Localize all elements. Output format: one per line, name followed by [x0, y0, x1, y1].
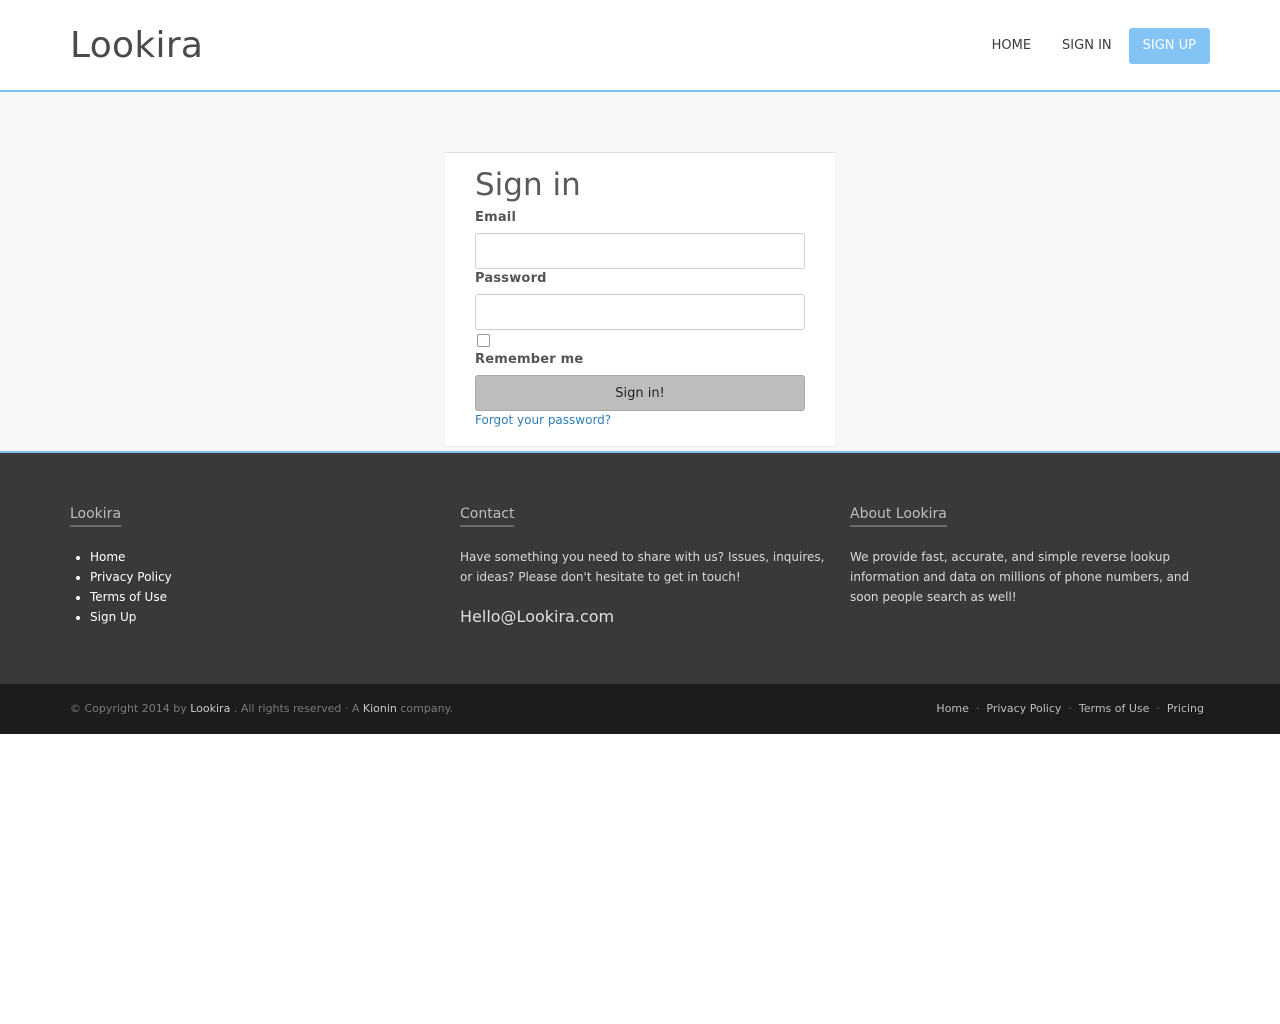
- bottom-link-separator: ·: [1068, 702, 1072, 715]
- copyright-company-link[interactable]: Kionin: [363, 702, 397, 715]
- footer-heading-contact: Contact: [460, 505, 515, 527]
- bottom-link-terms-of-use[interactable]: Terms of Use: [1079, 701, 1150, 717]
- contact-text: Have something you need to share with us…: [460, 550, 825, 584]
- footer-link-terms-of-use[interactable]: Terms of Use: [90, 590, 167, 604]
- sign-in-title: Sign in: [475, 167, 581, 203]
- bottom-links: Home · Privacy Policy · Terms of Use · P…: [936, 701, 1204, 717]
- footer-link-sign-up[interactable]: Sign Up: [90, 610, 136, 624]
- copyright-rights: . All rights reserved · A: [233, 702, 360, 715]
- footer-heading-lookira: Lookira: [70, 505, 122, 527]
- footer-link-privacy-policy[interactable]: Privacy Policy: [90, 570, 172, 584]
- copyright-suffix: company.: [400, 702, 454, 715]
- site-footer: Lookira Home Privacy Policy Terms of Use…: [0, 451, 1280, 684]
- footer-list-item: Terms of Use: [90, 587, 435, 607]
- site-header: Lookira HOME SIGN IN SIGN UP: [0, 0, 1280, 92]
- copyright-prefix: © Copyright 2014 by: [70, 702, 187, 715]
- footer-list-item: Privacy Policy: [90, 567, 435, 587]
- top-nav: HOME SIGN IN SIGN UP: [961, 28, 1210, 64]
- footer-col-lookira: Lookira Home Privacy Policy Terms of Use…: [70, 503, 435, 627]
- footer-col-contact: Contact Have something you need to share…: [460, 503, 825, 628]
- footer-col-about: About Lookira We provide fast, accurate,…: [850, 503, 1215, 607]
- password-input[interactable]: [475, 294, 805, 330]
- copyright-brand-link[interactable]: Lookira: [190, 702, 230, 715]
- contact-email-link[interactable]: Hello@Lookira.com: [460, 606, 825, 628]
- sign-in-card: Sign in Email Password Remember me Sign …: [445, 152, 835, 446]
- nav-sign-up-button[interactable]: SIGN UP: [1128, 28, 1210, 64]
- forgot-password-link[interactable]: Forgot your password?: [475, 413, 611, 427]
- sign-in-submit-button[interactable]: Sign in!: [475, 375, 805, 411]
- site-logo[interactable]: Lookira: [70, 24, 203, 68]
- about-text: We provide fast, accurate, and simple re…: [850, 550, 1190, 604]
- nav-home-link[interactable]: HOME: [992, 28, 1031, 64]
- remember-me-label[interactable]: Remember me: [475, 352, 583, 367]
- footer-link-home[interactable]: Home: [90, 550, 125, 564]
- footer-list-item: Sign Up: [90, 607, 435, 627]
- copyright-text: © Copyright 2014 by Lookira . All rights…: [70, 701, 453, 717]
- password-label: Password: [475, 271, 547, 286]
- bottom-bar: © Copyright 2014 by Lookira . All rights…: [0, 684, 1280, 734]
- footer-link-list: Home Privacy Policy Terms of Use Sign Up: [70, 547, 435, 627]
- footer-list-item: Home: [90, 547, 435, 567]
- main-content: Sign in Email Password Remember me Sign …: [0, 92, 1280, 451]
- bottom-link-separator: ·: [1156, 702, 1160, 715]
- nav-sign-in-link[interactable]: SIGN IN: [1062, 28, 1112, 64]
- bottom-link-separator: ·: [975, 702, 980, 715]
- footer-heading-about: About Lookira: [850, 505, 947, 527]
- email-label: Email: [475, 210, 517, 225]
- bottom-link-pricing[interactable]: Pricing: [1167, 701, 1204, 717]
- email-input[interactable]: [475, 233, 805, 269]
- bottom-link-privacy-policy[interactable]: Privacy Policy: [986, 701, 1061, 717]
- bottom-link-home[interactable]: Home: [936, 701, 968, 717]
- remember-me-checkbox[interactable]: [477, 334, 490, 347]
